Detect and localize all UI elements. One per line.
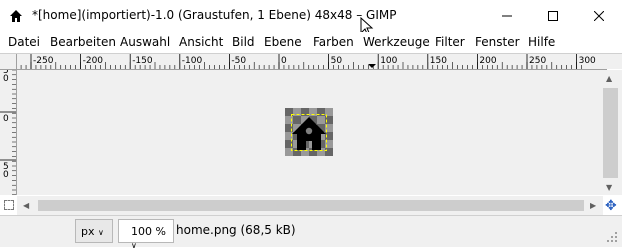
- menu-ebene[interactable]: Ebene: [264, 35, 302, 49]
- horizontal-scroll-thumb[interactable]: [38, 200, 584, 211]
- ruler-label: 50: [331, 56, 343, 66]
- close-icon: [594, 11, 604, 21]
- pointer-position-marker: [368, 64, 376, 68]
- ruler-label: -250: [33, 56, 54, 66]
- menu-ansicht[interactable]: Ansicht: [179, 35, 223, 49]
- home-app-icon: [10, 10, 22, 22]
- chevron-down-icon: ∨: [98, 228, 104, 237]
- vertical-scroll-thumb[interactable]: [603, 88, 618, 178]
- menu-hilfe[interactable]: Hilfe: [528, 35, 555, 49]
- navigate-icon[interactable]: ✥: [605, 198, 617, 214]
- scroll-up-icon[interactable]: ▲: [606, 74, 612, 83]
- unit-select[interactable]: px ∨: [75, 219, 113, 243]
- ruler-label: 250: [529, 56, 546, 66]
- ruler-label-char: 0: [3, 74, 9, 84]
- file-info: home.png (68,5 kB): [176, 223, 296, 237]
- status-bar: px ∨ 100 % ∨ home.png (68,5 kB): [0, 215, 622, 250]
- resize-grip-icon[interactable]: [603, 228, 619, 244]
- quick-mask-toggle[interactable]: [4, 200, 14, 210]
- unit-value: px: [81, 225, 95, 238]
- menu-bar: Datei Bearbeiten Auswahl Ansicht Bild Eb…: [0, 32, 622, 54]
- title-bar: *[home](importiert)-1.0 (Graustufen, 1 E…: [0, 0, 622, 32]
- menu-bild[interactable]: Bild: [232, 35, 255, 49]
- menu-farben[interactable]: Farben: [313, 35, 354, 49]
- menu-filter[interactable]: Filter: [435, 35, 465, 49]
- menu-datei[interactable]: Datei: [8, 35, 40, 49]
- ruler-label: 0: [281, 56, 287, 66]
- window-title: *[home](importiert)-1.0 (Graustufen, 1 E…: [32, 8, 397, 22]
- ruler-label-char: 0: [3, 114, 9, 124]
- scroll-down-icon[interactable]: ▼: [606, 183, 612, 192]
- horizontal-ruler-scale: -250 -200 -150 -100 -50 0 50 100 150 200 250 300: [20, 54, 596, 69]
- ruler-label: 200: [479, 56, 496, 66]
- ruler-end: [607, 54, 622, 69]
- ruler-label: -150: [132, 56, 153, 66]
- image-canvas[interactable]: [17, 70, 603, 195]
- ruler-label: 100: [380, 56, 397, 66]
- ruler-label: 150: [430, 56, 447, 66]
- zoom-value: 100 %: [131, 225, 166, 238]
- ruler-label: -100: [182, 56, 203, 66]
- scroll-left-icon[interactable]: ◀: [23, 201, 29, 210]
- menu-fenster[interactable]: Fenster: [475, 35, 520, 49]
- maximize-button[interactable]: [530, 0, 576, 32]
- horizontal-ruler[interactable]: -250 -200 -150 -100 -50 0 50 100 150 200 250 300: [17, 54, 607, 70]
- menu-auswahl[interactable]: Auswahl: [120, 35, 170, 49]
- ruler-label: -50: [231, 56, 246, 66]
- maximize-icon: [548, 11, 558, 21]
- ruler-corner[interactable]: [0, 54, 17, 70]
- vertical-ruler[interactable]: 50050: [0, 70, 17, 195]
- ruler-label: 300: [579, 56, 596, 66]
- menu-bearbeiten[interactable]: Bearbeiten: [50, 35, 116, 49]
- ruler-label-char: 0: [3, 170, 9, 180]
- scroll-right-icon[interactable]: ▶: [590, 201, 596, 210]
- minimize-button[interactable]: [484, 0, 530, 32]
- close-button[interactable]: [576, 0, 622, 32]
- vertical-ruler-scale: 50050: [0, 70, 16, 195]
- ruler-label: -200: [83, 56, 104, 66]
- zoom-input[interactable]: 100 % ∨: [118, 219, 174, 250]
- image-thumbnail[interactable]: [285, 108, 333, 156]
- minimize-icon: [502, 15, 512, 17]
- menu-werkzeuge[interactable]: Werkzeuge: [363, 35, 430, 49]
